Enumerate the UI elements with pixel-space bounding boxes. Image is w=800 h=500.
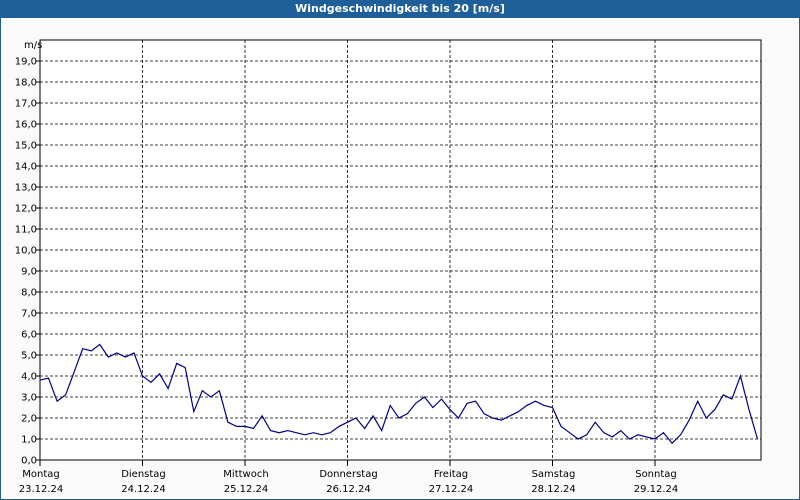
wind-speed-chart: 0,0 1,0 2,0 3,0 4,0 5,0 6,0 7,0 8,0 9,0 10,0 11,0 12… [15,39,762,495]
x-tick-date-label: 26.12.24 [326,484,371,495]
y-tick-label: 16,0 [15,120,37,131]
x-tick-day-label: Montag [22,469,59,480]
y-tick-label: 13,0 [15,183,37,194]
y-tick-label: 8,0 [21,288,37,299]
y-tick-label: 15,0 [15,141,37,152]
y-tick-label: 18,0 [15,78,37,89]
y-tick-label: 11,0 [15,225,37,236]
y-tick-label: 19,0 [15,57,37,68]
x-tick-date-label: 23.12.24 [19,484,64,495]
y-tick-label: 1,0 [21,435,37,446]
x-tick-day-label: Samstag [532,469,576,480]
x-tick-day-label: Mittwoch [223,469,268,480]
x-tick-date-label: 28.12.24 [531,484,576,495]
y-axis-unit-label: m/s [24,40,42,51]
y-tick-label: 14,0 [15,162,37,173]
y-tick-label: 3,0 [21,393,37,404]
x-tick-day-label: Dienstag [121,469,166,480]
y-tick-label: 7,0 [21,309,37,320]
y-axis-ticks: 0,0 1,0 2,0 3,0 4,0 5,0 6,0 7,0 8,0 9,0 10,0 11,0 12… [15,57,40,467]
y-tick-label: 10,0 [15,246,37,257]
x-tick-date-label: 29.12.24 [634,484,679,495]
y-tick-label: 12,0 [15,204,37,215]
x-tick-day-label: Donnerstag [319,469,377,480]
y-tick-label: 5,0 [21,351,37,362]
x-tick-date-label: 25.12.24 [224,484,269,495]
y-tick-label: 0,0 [21,456,37,467]
y-tick-label: 2,0 [21,414,37,425]
y-tick-label: 9,0 [21,267,37,278]
x-axis-ticks: Montag 23.12.24 Dienstag 24.12.24 Mittwoch 25… [19,460,679,495]
x-tick-date-label: 27.12.24 [429,484,474,495]
y-tick-label: 6,0 [21,330,37,341]
x-tick-day-label: Freitag [434,469,468,480]
x-tick-day-label: Sonntag [635,469,677,480]
y-tick-label: 4,0 [21,372,37,383]
y-tick-label: 17,0 [15,99,37,110]
x-tick-date-label: 24.12.24 [121,484,166,495]
